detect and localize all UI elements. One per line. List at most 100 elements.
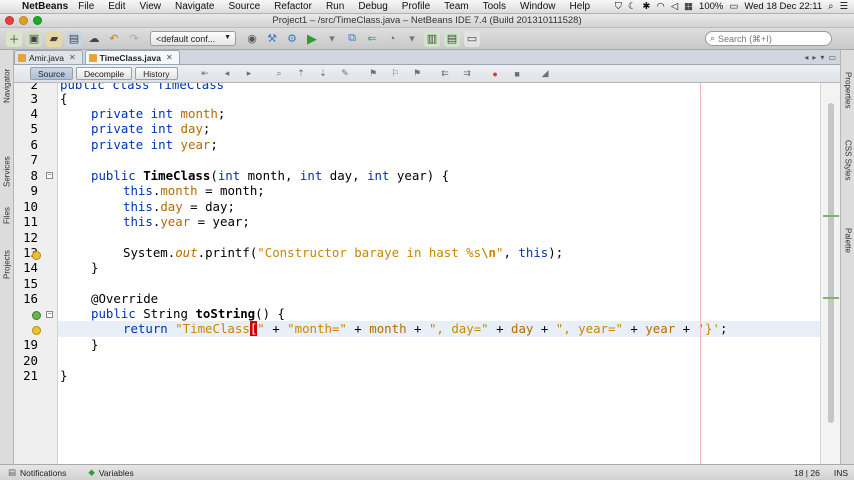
memory-icon[interactable]: ▥ — [424, 30, 440, 47]
target-icon[interactable]: ◉ — [244, 31, 260, 47]
properties-tab[interactable]: Properties — [841, 60, 854, 120]
flag-icon[interactable]: ▦ — [684, 1, 693, 12]
history-view-button[interactable]: History — [135, 67, 178, 80]
profile-icon[interactable]: ◔ — [384, 31, 400, 47]
notifications-button[interactable]: ▤ Notifications — [8, 467, 66, 478]
spotlight-icon[interactable]: ⌕ — [828, 1, 833, 12]
wifi-icon[interactable]: ◠ — [656, 1, 664, 12]
undo-icon[interactable]: ↶ — [106, 31, 122, 47]
stop-macro-icon[interactable]: ■ — [511, 67, 524, 80]
find-icon[interactable]: ⌕ — [273, 67, 286, 80]
close-button[interactable] — [5, 16, 14, 25]
save-all-icon[interactable]: ▤ — [66, 30, 82, 47]
tab-amir-java[interactable]: Amir.java ✕ — [14, 50, 83, 64]
run-icon[interactable]: ▶ — [304, 31, 320, 47]
cloud-icon[interactable]: ☁ — [86, 31, 102, 47]
scroll-left-icon[interactable]: ◂ — [804, 53, 808, 62]
notification-center-icon[interactable]: ☰ — [839, 1, 848, 12]
css-styles-tab[interactable]: CSS Styles — [841, 130, 854, 190]
next-bookmark-icon[interactable]: ⚐ — [389, 67, 402, 80]
moon-icon[interactable]: ☾ — [628, 1, 637, 12]
lightbulb-icon[interactable] — [32, 326, 41, 335]
close-icon[interactable]: ✕ — [166, 53, 173, 62]
tab-timeclass-java[interactable]: TimeClass.java ✕ — [84, 50, 180, 64]
shift-right-icon[interactable]: ⇉ — [461, 67, 474, 80]
palette-tab[interactable]: Palette — [841, 220, 854, 260]
minimize-button[interactable] — [19, 16, 28, 25]
change-marker[interactable] — [823, 297, 839, 299]
bluetooth-icon[interactable]: ✱ — [642, 1, 650, 12]
find-previous-icon[interactable]: ⇡ — [295, 67, 308, 80]
close-icon[interactable]: ✕ — [69, 53, 76, 62]
scroll-right-icon[interactable]: ▸ — [812, 53, 816, 62]
redo-icon[interactable]: ↷ — [126, 31, 142, 47]
back-icon[interactable]: ◂ — [221, 67, 234, 80]
insert-mode[interactable]: INS — [834, 468, 848, 478]
decompile-view-button[interactable]: Decompile — [75, 67, 133, 80]
menu-file[interactable]: File — [78, 1, 94, 12]
open-project-icon[interactable]: ▰ — [46, 30, 62, 47]
clean-build-icon[interactable]: ⚙ — [284, 31, 300, 47]
code-token: \n — [481, 245, 497, 260]
change-marker[interactable] — [823, 215, 839, 217]
gc-icon[interactable]: ▤ — [444, 30, 460, 47]
profile-dropdown-icon[interactable]: ▾ — [404, 31, 420, 47]
variables-button[interactable]: ◆ Variables — [88, 467, 133, 478]
search-input[interactable] — [718, 33, 824, 44]
lightbulb-icon[interactable] — [32, 251, 41, 260]
clock[interactable]: Wed 18 Dec 22:11 — [744, 1, 822, 12]
toggle-bookmark-icon[interactable]: ⚑ — [411, 67, 424, 80]
services-tab[interactable]: Services — [0, 150, 14, 194]
previous-bookmark-icon[interactable]: ⚑ — [367, 67, 380, 80]
files-tab[interactable]: Files — [0, 200, 14, 232]
new-file-icon[interactable]: ＋ — [6, 30, 22, 47]
shield-icon[interactable]: ⛉ — [615, 1, 622, 12]
navigator-tab[interactable]: Navigator — [0, 58, 14, 114]
menu-team[interactable]: Team — [444, 1, 468, 12]
debug-icon[interactable]: ⧉ — [344, 31, 360, 47]
run-dropdown-icon[interactable]: ▾ — [324, 31, 340, 47]
java-file-icon — [88, 54, 97, 62]
fold-toggle[interactable]: − — [46, 311, 53, 318]
menu-run[interactable]: Run — [326, 1, 344, 12]
menu-profile[interactable]: Profile — [402, 1, 430, 12]
tab-list-icon[interactable]: ▾ — [820, 53, 824, 62]
search-box[interactable]: ⌕ — [705, 31, 832, 46]
code-line: public class TimeClass — [60, 83, 224, 93]
window-icon[interactable]: ▭ — [464, 30, 480, 47]
new-project-icon[interactable]: ▣ — [26, 30, 42, 47]
find-next-icon[interactable]: ⇣ — [317, 67, 330, 80]
source-view-button[interactable]: Source — [30, 67, 73, 80]
build-icon[interactable]: ⚒ — [264, 31, 280, 47]
code-editor[interactable]: 2 3 4 5 6 7 8 9 10 11 12 13 14 15 16 19 … — [14, 83, 820, 464]
battery-icon[interactable]: ▭ — [729, 1, 738, 12]
menu-app-name[interactable]: NetBeans — [22, 1, 68, 12]
menu-tools[interactable]: Tools — [483, 1, 506, 12]
menu-source[interactable]: Source — [228, 1, 260, 12]
menu-debug[interactable]: Debug — [358, 1, 387, 12]
volume-icon[interactable]: ◁ — [671, 1, 678, 12]
menu-view[interactable]: View — [140, 1, 162, 12]
maximize-icon[interactable]: ▭ — [828, 53, 836, 62]
menu-window[interactable]: Window — [520, 1, 556, 12]
step-icon[interactable]: ⇐ — [364, 31, 380, 47]
shift-left-icon[interactable]: ⇇ — [439, 67, 452, 80]
last-edit-icon[interactable]: ⇤ — [199, 67, 212, 80]
code-token: year — [180, 137, 211, 152]
forward-icon[interactable]: ▸ — [243, 67, 256, 80]
diff-icon[interactable]: ◢ — [539, 67, 552, 80]
vertical-scrollbar[interactable] — [828, 103, 834, 423]
menu-refactor[interactable]: Refactor — [274, 1, 312, 12]
override-icon[interactable] — [32, 311, 41, 320]
menu-edit[interactable]: Edit — [108, 1, 125, 12]
caret-position[interactable]: 18 | 26 — [794, 468, 820, 478]
toggle-highlight-icon[interactable]: ✎ — [339, 67, 352, 80]
menu-help[interactable]: Help — [570, 1, 591, 12]
code-area[interactable]: public class TimeClass { private int mon… — [60, 83, 820, 464]
configuration-select[interactable]: <default conf... ▼ — [150, 31, 236, 46]
fold-toggle[interactable]: − — [46, 172, 53, 179]
projects-tab[interactable]: Projects — [0, 240, 14, 290]
zoom-button[interactable] — [33, 16, 42, 25]
record-macro-icon[interactable]: ● — [489, 67, 502, 80]
menu-navigate[interactable]: Navigate — [175, 1, 214, 12]
